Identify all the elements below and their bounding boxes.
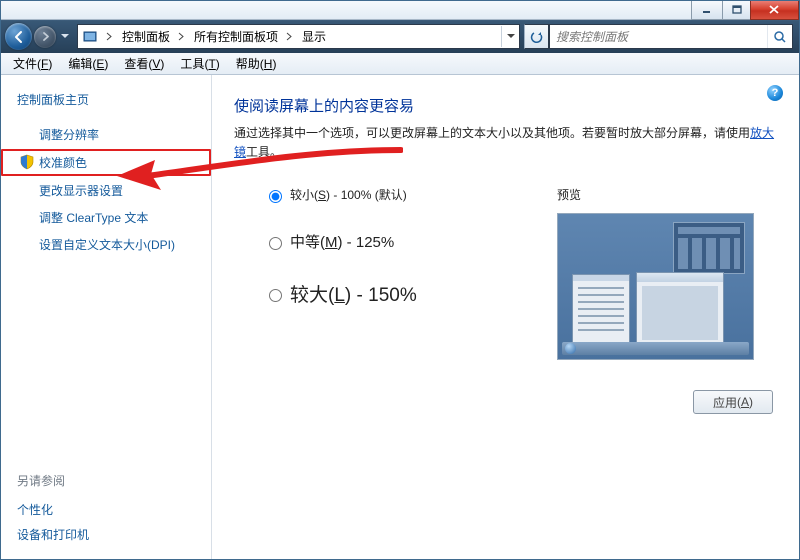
option-large[interactable]: 较大(L) - 150% — [264, 280, 557, 307]
menu-view[interactable]: 查看(V) — [116, 53, 172, 74]
nav-history-dropdown[interactable] — [58, 23, 71, 50]
page-heading: 使阅读屏幕上的内容更容易 — [234, 95, 777, 116]
chevron-right-icon[interactable] — [282, 25, 296, 48]
minimize-button[interactable] — [691, 1, 723, 20]
sidebar-display-settings[interactable]: 更改显示器设置 — [1, 178, 211, 203]
titlebar — [1, 1, 799, 20]
sidebar-cleartype[interactable]: 调整 ClearType 文本 — [1, 205, 211, 230]
option-large-radio[interactable] — [269, 289, 282, 302]
menubar: 文件(F) 编辑(E) 查看(V) 工具(T) 帮助(H) — [1, 53, 799, 75]
shield-icon — [19, 154, 35, 170]
sidebar: 控制面板主页 调整分辨率 校准颜色 更改显示器设置 调整 ClearType 文… — [1, 75, 212, 560]
breadcrumb-item[interactable]: 控制面板 — [116, 25, 174, 48]
sidebar-see-also-heading: 另请参阅 — [17, 472, 195, 489]
preview-image — [557, 213, 754, 360]
window-buttons — [692, 1, 799, 19]
scale-options: 较小(S) - 100% (默认) 中等(M) - 125% 较大(L) - 1… — [234, 186, 557, 360]
forward-button[interactable] — [34, 26, 56, 48]
navbar: 控制面板 所有控制面板项 显示 搜索控制面板 — [1, 20, 799, 53]
option-small-radio[interactable] — [269, 190, 282, 203]
help-icon[interactable]: ? — [767, 85, 783, 101]
page-description: 通过选择其中一个选项，可以更改屏幕上的文本大小以及其他项。若要暂时放大部分屏幕，… — [234, 124, 777, 162]
chevron-right-icon[interactable] — [174, 25, 188, 48]
address-bar[interactable]: 控制面板 所有控制面板项 显示 — [77, 24, 520, 49]
search-box[interactable]: 搜索控制面板 — [549, 24, 793, 49]
menu-file[interactable]: 文件(F) — [5, 53, 60, 74]
window: 控制面板 所有控制面板项 显示 搜索控制面板 文件(F) 编辑(E) 查看(V)… — [0, 0, 800, 560]
option-medium-radio[interactable] — [269, 237, 282, 250]
close-button[interactable] — [750, 1, 799, 20]
breadcrumb-item[interactable]: 所有控制面板项 — [188, 25, 282, 48]
option-medium[interactable]: 中等(M) - 125% — [264, 231, 557, 252]
breadcrumb-current[interactable]: 显示 — [296, 25, 330, 48]
search-icon[interactable] — [767, 25, 792, 48]
back-button[interactable] — [5, 23, 32, 50]
body: 控制面板主页 调整分辨率 校准颜色 更改显示器设置 调整 ClearType 文… — [1, 75, 799, 560]
apply-button[interactable]: 应用(A) — [693, 390, 773, 414]
sidebar-devices[interactable]: 设备和打印机 — [17, 522, 195, 547]
sidebar-personalization[interactable]: 个性化 — [17, 497, 195, 522]
content: ? 使阅读屏幕上的内容更容易 通过选择其中一个选项，可以更改屏幕上的文本大小以及… — [212, 75, 799, 560]
menu-tools[interactable]: 工具(T) — [172, 53, 227, 74]
chevron-right-icon[interactable] — [102, 25, 116, 48]
menu-help[interactable]: 帮助(H) — [228, 53, 285, 74]
search-placeholder: 搜索控制面板 — [550, 28, 767, 45]
menu-edit[interactable]: 编辑(E) — [60, 53, 116, 74]
sidebar-resolution[interactable]: 调整分辨率 — [1, 122, 211, 147]
preview-title: 预览 — [557, 186, 777, 203]
option-small[interactable]: 较小(S) - 100% (默认) — [264, 186, 557, 203]
sidebar-home[interactable]: 控制面板主页 — [17, 91, 195, 108]
refresh-button[interactable] — [524, 24, 549, 49]
sidebar-dpi[interactable]: 设置自定义文本大小(DPI) — [1, 232, 211, 257]
control-panel-icon — [82, 29, 98, 45]
sidebar-calibrate-color[interactable]: 校准颜色 — [1, 149, 211, 176]
address-dropdown[interactable] — [501, 26, 519, 47]
maximize-button[interactable] — [722, 1, 751, 20]
